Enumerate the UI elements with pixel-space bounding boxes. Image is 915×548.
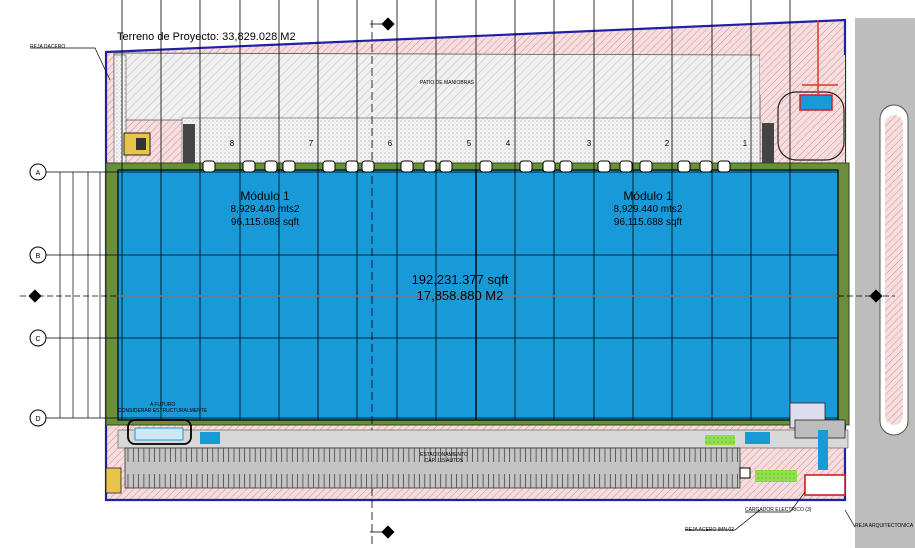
grid-row-b: B: [36, 253, 41, 260]
module-name: Módulo 1: [240, 189, 290, 203]
dock-number: 3: [587, 139, 592, 148]
module-name: Módulo 1: [623, 189, 673, 203]
dock-number: 2: [665, 139, 670, 148]
patio-label: PATIO DE MANIOBRAS: [420, 80, 474, 86]
parking-label: ESTACIONAMIENTO CAP. 115 AUTOS: [420, 452, 468, 464]
driveway: [117, 429, 849, 449]
grid-row-d: D: [35, 416, 40, 423]
module-area-m2: 8,929.440 mts2: [230, 204, 300, 215]
module-area-sqft: 96,115.688 sqft: [613, 217, 683, 228]
module-area-sqft: 96,115.688 sqft: [230, 217, 300, 228]
fence-label-bottom-right: REJA ARQUITECTONICA: [855, 523, 914, 529]
future-label-line2: CONSIDERAR ESTRUCTURALMENTE: [118, 408, 208, 414]
charger-label: CARGADOR ELECTRICO (3): [745, 507, 812, 513]
dock-number: 7: [309, 139, 314, 148]
dock-number: 6: [388, 139, 393, 148]
total-m2: 17,858.880 M2: [416, 288, 504, 303]
grid-row-c: C: [35, 336, 40, 343]
module-label-left: Módulo 1 8,929.440 mts2 96,115.688 sqft: [215, 190, 315, 229]
dock-number: 8: [230, 139, 235, 148]
future-label: A FUTURO CONSIDERAR ESTRUCTURALMENTE: [118, 402, 207, 414]
total-area-label: 192,231.377 sqft 17,858.880 M2: [365, 272, 555, 304]
parking-capacity: CAP. 115 AUTOS: [424, 458, 464, 464]
fence-label-bottom: REJA ACERO IMN.02: [685, 527, 734, 533]
grid-row-a: A: [36, 170, 41, 177]
terrain-area-label: Terreno de Proyecto: 33,829.028 M2: [117, 31, 296, 43]
module-area-m2: 8,929.440 mts2: [613, 204, 683, 215]
module-label-right: Módulo 1 8,929.440 mts2 96,115.688 sqft: [598, 190, 698, 229]
total-sqft: 192,231.377 sqft: [411, 272, 509, 287]
dock-number: 4: [506, 139, 511, 148]
fence-label-top-left: REJA DACERO: [30, 44, 66, 50]
dock-number: 1: [743, 139, 748, 148]
dock-number: 5: [467, 139, 472, 148]
